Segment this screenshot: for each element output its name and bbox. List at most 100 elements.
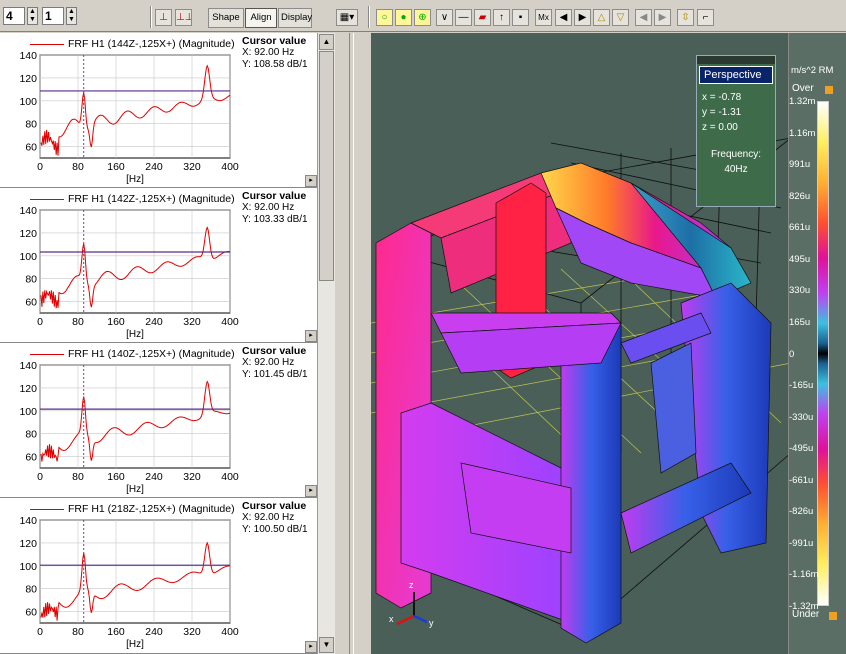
color-tick-label: 0 [789,348,795,360]
spinner-arrows-1[interactable]: ▲ ▼ [27,7,38,25]
arrow-up-icon[interactable]: ↑ [493,9,510,26]
axis-y-label: y [429,618,434,628]
toolbar: 4 ▲ ▼ 1 ▲ ▼ ⊥ ⊥⊥ Shape Align Display ▦▾ ○ … [0,0,846,32]
x-tick-label: 400 [221,471,239,483]
rotate-icon[interactable]: ⇳ [677,9,694,26]
mx-icon[interactable]: Mx [535,9,552,26]
legend-entry: FRF H1 (142Z-,125X+) (Magnitude) [30,193,270,207]
legend-entry: FRF H1 (144Z-,125X+) (Magnitude) [30,38,270,52]
over-label: Over [792,83,814,94]
frf-panel-3[interactable]: 60 80 100 120 140 0 80 160 240 320 400 [Hz] FRF H1 … [0,343,317,498]
color-tick-label: -991u [789,537,814,549]
frf-panel-2[interactable]: 60 80 100 120 140 0 80 160 240 320 400 [Hz] FRF H1 … [0,188,317,343]
tab-shape[interactable]: Shape [208,8,244,28]
x-tick-label: 320 [183,471,201,483]
x-tick-label: 0 [37,626,43,638]
x-tick-label: 80 [72,316,84,328]
tab-display[interactable]: Display [278,8,312,28]
color-tick-label: 826u [789,190,811,202]
scroll-right-icon[interactable]: ▸ [305,485,317,497]
under-label: Under [792,609,820,620]
coordinate-icon[interactable]: ⌐ [697,9,714,26]
prev-disabled-icon: ◀ [635,9,652,26]
animation-count-spinner[interactable]: 4 [3,7,25,25]
color-tick-label: -826u [789,506,814,518]
x-tick-label: 80 [72,471,84,483]
plot-area: 60801001201400 80 160 240 320 400[Hz] [19,515,238,650]
color-tick-label: 991u [789,159,811,171]
plot-area: 60801001201400 80 160 240 320 400[Hz] [19,360,238,495]
plot-frame [39,209,231,314]
tab-align[interactable]: Align [245,8,277,28]
scroll-down-icon[interactable]: ▼ [319,637,334,653]
spinner-arrows-2[interactable]: ▲ ▼ [66,7,77,25]
separator [368,6,370,28]
cursor-value-box: Cursor value X: 92.00 Hz Y: 101.45 dB/1 [242,345,317,405]
cursor-value-box: Cursor value X: 92.00 Hz Y: 100.50 dB/1 [242,500,317,560]
x-tick-label: 320 [183,316,201,328]
scrollbar-thumb[interactable] [319,51,334,281]
x-tick-label: 400 [221,316,239,328]
perspective-title: Perspective [699,66,773,84]
close-icon[interactable] [697,56,775,64]
separator [150,6,152,28]
frf-plot-pane: 60 80 100 120 140 0 80 160 240 320 400 [Hz] FRF H1 … [0,33,317,654]
color-tick-label: 1.32m [789,96,816,107]
x-tick-label: 320 [183,626,201,638]
plot-pane-scrollbar[interactable]: ▲ ▼ [317,33,335,654]
y-tick-label: 120 [19,73,37,85]
x-tick-label: 80 [72,626,84,638]
y-tick-label: 80 [25,429,37,441]
y-tick-label: 80 [25,274,37,286]
x-tick-label: 400 [221,626,239,638]
y-tick-label: 120 [19,228,37,240]
scroll-right-icon[interactable]: ▸ [305,641,317,653]
cursor-value-box: Cursor value X: 92.00 Hz Y: 103.33 dB/1 [242,190,317,250]
pane-splitter[interactable] [335,33,371,654]
frf-panel-1[interactable]: 60 80 100 120 140 0 80 160 240 320 400 [Hz] FRF H1 … [0,33,317,188]
play-icon[interactable]: ▶ [574,9,591,26]
perspective-info-box[interactable]: Perspective x = -0.78 y = -1.31 z = 0.00… [696,55,776,207]
legend-entry: FRF H1 (140Z-,125X+) (Magnitude) [30,348,270,362]
x-tick-label: 160 [107,316,125,328]
coord-y: y = -1.31 [702,107,742,118]
color-tick-label: 495u [789,253,811,265]
scroll-up-icon[interactable]: ▲ [319,34,334,50]
x-axis-label: [Hz] [126,639,144,650]
color-tick-label: -330u [789,411,814,423]
line-v-icon[interactable]: ∨ [436,9,453,26]
multi-peak-icon[interactable]: ⊥⊥ [175,9,192,26]
y-tick-label: 60 [25,607,37,619]
point-fill-icon[interactable]: ● [395,9,412,26]
point-circle-icon[interactable]: ○ [376,9,393,26]
over-swatch [825,86,833,94]
x-tick-label: 0 [37,161,43,173]
y-tick-label: 80 [25,119,37,131]
frf-panel-4[interactable]: 60 80 100 120 140 0 80 160 240 320 400 [Hz] FRF H1 … [0,498,317,654]
y-tick-label: 100 [19,251,37,263]
surface-icon[interactable]: ▰ [474,9,491,26]
small-square-icon[interactable]: ▪ [512,9,529,26]
y-tick-label: 60 [25,452,37,464]
prev-icon[interactable]: ◀ [555,9,572,26]
color-tick-label: 661u [789,222,811,234]
x-axis-label: [Hz] [126,174,144,185]
under-swatch [829,612,837,620]
scroll-right-icon[interactable]: ▸ [305,330,317,342]
frequency-label: Frequency: [710,149,762,160]
triangle-down-icon[interactable]: ▽ [612,9,629,26]
move-point-icon[interactable]: ⊕ [414,9,431,26]
x-tick-label: 400 [221,161,239,173]
x-tick-label: 240 [145,471,163,483]
triangle-up-icon[interactable]: △ [593,9,610,26]
layout-grid-icon[interactable]: ▦▾ [336,9,358,26]
color-tick-label: -661u [789,474,814,486]
legend-entry: FRF H1 (218Z-,125X+) (Magnitude) [30,503,270,517]
peak-marker-icon[interactable]: ⊥ [155,9,172,26]
line-h-icon[interactable]: — [455,9,472,26]
step-spinner[interactable]: 1 [42,7,64,25]
mode-shape-3d-view[interactable]: Perspective x = -0.78 y = -1.31 z = 0.00… [371,33,846,654]
plot-frame [39,54,231,159]
x-tick-label: 80 [72,161,84,173]
scroll-right-icon[interactable]: ▸ [305,175,317,187]
